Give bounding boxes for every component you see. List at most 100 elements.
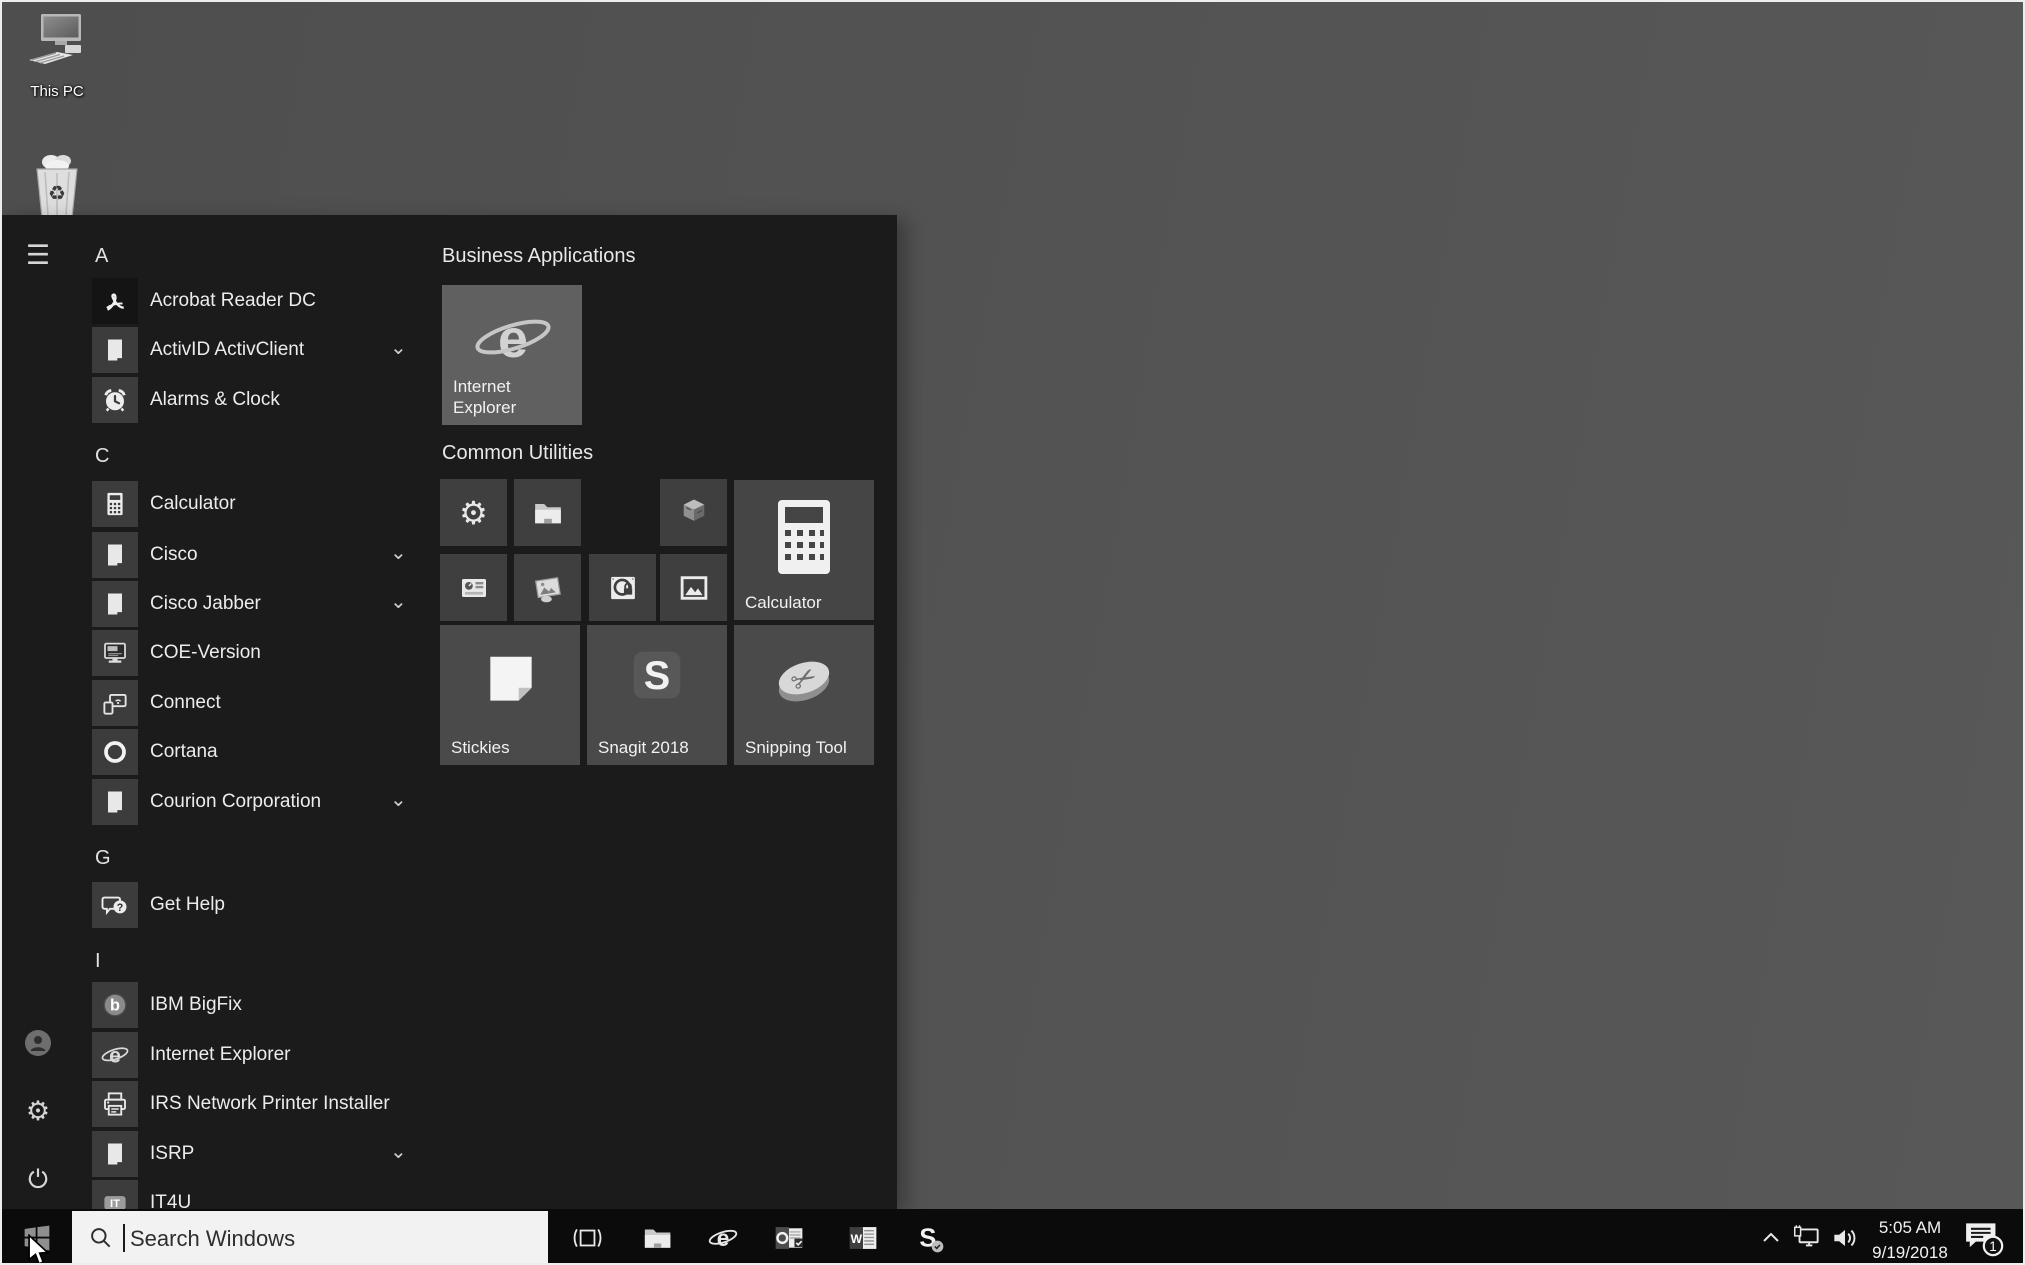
bigfix-icon: b <box>92 982 138 1028</box>
mouse-cursor <box>24 1234 54 1265</box>
chevron-up-icon <box>1760 1227 1782 1249</box>
network-status[interactable] <box>1790 1221 1824 1255</box>
chat-help-icon: ? <box>92 882 138 928</box>
tray-clock[interactable]: 5:05 AM 9/19/2018 <box>1854 1216 1966 1265</box>
svg-text:e: e <box>498 309 528 369</box>
tile-label: Snipping Tool <box>745 737 863 758</box>
app-label: COE-Version <box>150 630 261 676</box>
tile-secure-browser[interactable] <box>589 554 656 621</box>
chevron-down-icon[interactable]: ⌄ <box>390 327 407 373</box>
action-center-icon: 1 <box>1960 1217 2004 1259</box>
chevron-down-icon[interactable]: ⌄ <box>390 779 407 825</box>
photos-icon <box>675 569 713 607</box>
notification-badge: 1 <box>1989 1239 1996 1254</box>
action-center-button[interactable]: 1 <box>1960 1221 2004 1255</box>
tray-overflow-button[interactable] <box>1758 1221 1784 1255</box>
app-item-cisco-jabber[interactable]: Cisco Jabber ⌄ <box>92 581 422 627</box>
tile-snagit[interactable]: S Snagit 2018 <box>587 625 727 765</box>
task-view-button[interactable] <box>570 1221 604 1255</box>
app-label: Cisco <box>150 532 198 578</box>
word-icon: W <box>846 1221 880 1255</box>
monitor-icon <box>92 630 138 676</box>
document-icon <box>92 532 138 578</box>
app-label: Internet Explorer <box>150 1032 290 1078</box>
calculator-icon <box>92 481 138 527</box>
tile-group-title-utilities: Common Utilities <box>442 442 593 465</box>
tile-snipping-tool[interactable]: ✂ Snipping Tool <box>734 625 874 765</box>
screen: This PC ♻ ☰ ⚙ <box>0 0 2025 1265</box>
internet-explorer-icon: e <box>470 299 556 379</box>
task-view-icon <box>571 1222 603 1254</box>
tile-settings[interactable]: ⚙ <box>440 479 507 546</box>
app-label: IBM BigFix <box>150 982 242 1028</box>
sticky-note-icon <box>480 649 542 711</box>
app-label: IRS Network Printer Installer <box>150 1081 390 1127</box>
chevron-down-icon[interactable]: ⌄ <box>390 1131 407 1177</box>
app-item-connect[interactable]: Connect <box>92 680 422 726</box>
acrobat-reader-icon <box>92 278 138 324</box>
lock-circle-icon <box>604 569 642 607</box>
word-button[interactable]: W <box>846 1221 880 1255</box>
internet-explorer-button[interactable]: e <box>706 1221 740 1255</box>
text-caret <box>123 1224 125 1252</box>
section-letter-i[interactable]: I <box>95 950 101 973</box>
tile-control-panel[interactable] <box>440 554 507 621</box>
skype-button[interactable]: S <box>912 1221 946 1255</box>
tile-label: Stickies <box>451 737 569 758</box>
app-item-isrp[interactable]: ISRP ⌄ <box>92 1131 422 1177</box>
tile-photo-viewer[interactable] <box>514 554 581 621</box>
svg-text:S: S <box>644 654 670 698</box>
internet-explorer-icon: e <box>92 1032 138 1078</box>
svg-text:?: ? <box>117 902 123 914</box>
hamburger-menu-icon[interactable]: ☰ <box>20 237 56 273</box>
app-label: Courion Corporation <box>150 779 321 825</box>
app-label: Connect <box>150 680 221 726</box>
tray-time: 5:05 AM <box>1854 1216 1966 1241</box>
snagit-icon: S <box>629 647 685 703</box>
snipping-tool-icon: ✂ <box>770 651 838 707</box>
user-account-icon[interactable] <box>20 1025 56 1061</box>
tile-internet-explorer[interactable]: e Internet Explorer <box>442 285 582 425</box>
app-item-courion[interactable]: Courion Corporation ⌄ <box>92 779 422 825</box>
tile-photos[interactable] <box>660 554 727 621</box>
app-label: ISRP <box>150 1131 194 1177</box>
app-item-activid[interactable]: ActivID ActivClient ⌄ <box>92 327 422 373</box>
app-item-get-help[interactable]: ? Get Help <box>92 882 422 928</box>
app-item-cortana[interactable]: Cortana <box>92 729 422 775</box>
power-icon[interactable] <box>20 1160 56 1196</box>
svg-text:W: W <box>851 1232 863 1246</box>
tile-calculator[interactable]: Calculator <box>734 480 874 620</box>
outlook-button[interactable] <box>772 1221 806 1255</box>
chevron-down-icon[interactable]: ⌄ <box>390 581 407 627</box>
app-item-coe-version[interactable]: COE-Version <box>92 630 422 676</box>
alarm-clock-icon <box>92 377 138 423</box>
app-item-ibm-bigfix[interactable]: b IBM BigFix <box>92 982 422 1028</box>
chevron-down-icon[interactable]: ⌄ <box>390 532 407 578</box>
section-letter-g[interactable]: G <box>95 847 111 870</box>
tile-stickies[interactable]: Stickies <box>440 625 580 765</box>
desktop-icon-this-pc[interactable]: This PC <box>2 12 112 100</box>
3d-cube-icon <box>675 494 713 532</box>
tile-file-explorer[interactable] <box>514 479 581 546</box>
network-icon <box>1791 1222 1823 1254</box>
tile-3d-builder[interactable] <box>660 479 727 546</box>
this-pc-label: This PC <box>2 83 112 100</box>
app-item-cisco[interactable]: Cisco ⌄ <box>92 532 422 578</box>
search-input[interactable] <box>128 1211 532 1265</box>
settings-gear-icon[interactable]: ⚙ <box>20 1093 56 1129</box>
section-letter-a[interactable]: A <box>95 245 108 268</box>
file-explorer-button[interactable] <box>640 1221 674 1255</box>
search-icon <box>88 1225 114 1251</box>
app-item-alarms-clock[interactable]: Alarms & Clock <box>92 377 422 423</box>
svg-text:b: b <box>110 997 120 1015</box>
app-label: ActivID ActivClient <box>150 327 304 373</box>
app-item-acrobat-reader[interactable]: Acrobat Reader DC <box>92 278 422 324</box>
taskbar: e W S <box>2 1209 2023 1265</box>
section-letter-c[interactable]: C <box>95 445 109 468</box>
app-item-calculator[interactable]: Calculator <box>92 481 422 527</box>
gear-icon: ⚙ <box>459 494 488 532</box>
app-label: Cortana <box>150 729 218 775</box>
app-item-irs-printer[interactable]: IRS Network Printer Installer <box>92 1081 422 1127</box>
taskbar-search[interactable] <box>72 1211 548 1265</box>
app-item-internet-explorer[interactable]: e Internet Explorer <box>92 1032 422 1078</box>
